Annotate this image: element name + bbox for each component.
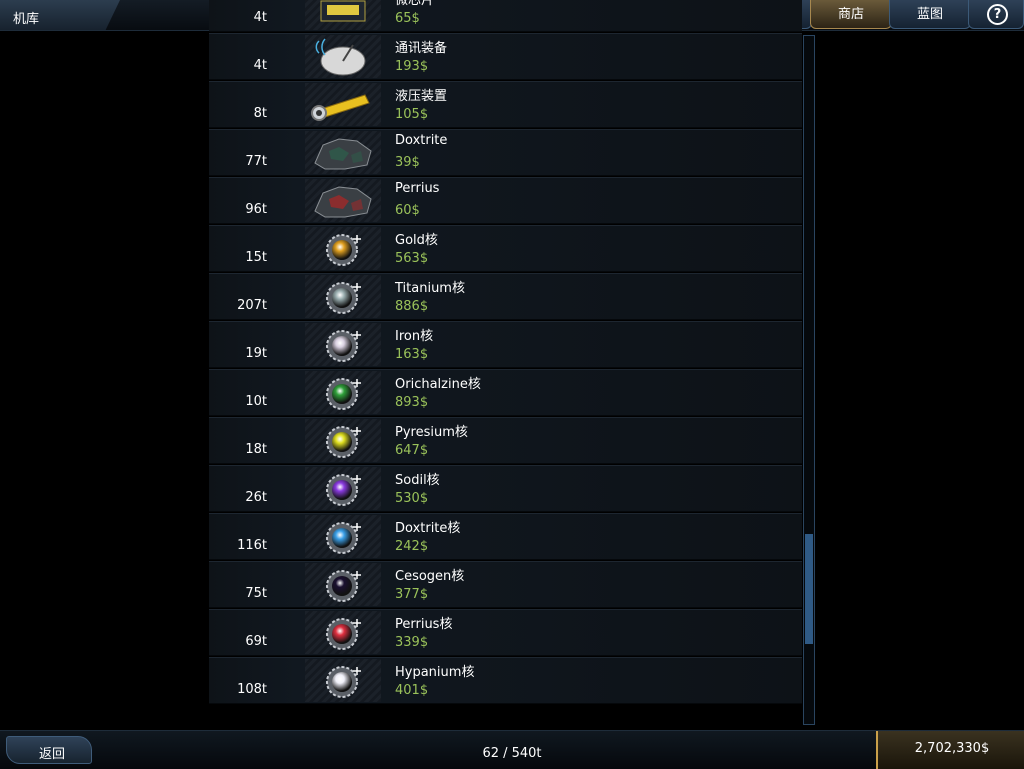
item-name: Cesogen核 [395, 569, 465, 584]
item-name: 微芯片 [395, 0, 435, 8]
item-quantity: 116t [237, 538, 267, 553]
item-quantity: 19t [245, 346, 267, 361]
item-price: 886$ [395, 299, 429, 314]
core-orb-icon [305, 563, 381, 606]
inventory-list: 4t 微芯片 65$ 4t 通讯装备 193$ 8t 液压装置 105$ 77t Doxtrite 3… [209, 0, 802, 730]
ore-rock-icon [305, 131, 381, 174]
item-quantity: 8t [253, 106, 267, 121]
item-name: Doxtrite核 [395, 521, 461, 536]
core-orb-icon [305, 227, 381, 270]
list-item[interactable]: 96t Perrius 60$ [209, 177, 802, 224]
item-quantity: 108t [237, 682, 267, 697]
microchip-icon [305, 0, 381, 30]
satellite-dish-icon [305, 35, 381, 78]
hydraulic-cylinder-icon [305, 83, 381, 126]
core-orb-icon [305, 515, 381, 558]
list-item[interactable]: 4t 微芯片 65$ [209, 0, 802, 32]
item-quantity: 10t [245, 394, 267, 409]
core-orb-icon [305, 659, 381, 702]
question-mark-icon: ? [987, 4, 1008, 25]
help-button[interactable]: ? [968, 0, 1024, 29]
item-quantity: 75t [245, 586, 267, 601]
item-quantity: 4t [253, 58, 267, 73]
ore-rock-icon [305, 179, 381, 222]
item-name: Iron核 [395, 329, 434, 344]
item-name: Perrius核 [395, 617, 453, 632]
item-price: 163$ [395, 347, 429, 362]
core-orb-icon [305, 275, 381, 318]
item-price: 39$ [395, 155, 420, 170]
list-item[interactable]: 15t Gold核 563$ [209, 225, 802, 272]
item-quantity: 207t [237, 298, 267, 313]
tab-blueprints[interactable]: 蓝图 [889, 0, 971, 29]
scrollbar[interactable] [803, 35, 815, 725]
item-name: Perrius [395, 181, 440, 196]
list-item[interactable]: 207t Titanium核 886$ [209, 273, 802, 320]
item-price: 105$ [395, 107, 429, 122]
item-name: Pyresium核 [395, 425, 468, 440]
item-price: 65$ [395, 11, 420, 26]
core-orb-icon [305, 419, 381, 462]
item-name: 通讯装备 [395, 41, 448, 56]
list-item[interactable]: 77t Doxtrite 39$ [209, 129, 802, 176]
list-item[interactable]: 108t Hypanium核 401$ [209, 657, 802, 704]
core-orb-icon [305, 467, 381, 510]
item-price: 242$ [395, 539, 429, 554]
item-price: 563$ [395, 251, 429, 266]
item-price: 193$ [395, 59, 429, 74]
page-title: 机库 [13, 12, 40, 27]
list-item[interactable]: 8t 液压装置 105$ [209, 81, 802, 128]
item-quantity: 4t [253, 10, 267, 25]
item-quantity: 77t [245, 154, 267, 169]
list-item[interactable]: 69t Perrius核 339$ [209, 609, 802, 656]
bottom-bar: 返回 62 / 540t 2,702,330$ [0, 730, 1024, 769]
item-name: Titanium核 [395, 281, 465, 296]
list-item[interactable]: 75t Cesogen核 377$ [209, 561, 802, 608]
item-name: 液压装置 [395, 89, 448, 104]
cargo-capacity: 62 / 540t [482, 746, 542, 761]
core-orb-icon [305, 323, 381, 366]
list-item[interactable]: 26t Sodil核 530$ [209, 465, 802, 512]
item-name: Hypanium核 [395, 665, 475, 680]
item-price: 60$ [395, 203, 420, 218]
item-quantity: 18t [245, 442, 267, 457]
item-quantity: 69t [245, 634, 267, 649]
core-orb-icon [305, 611, 381, 654]
list-item[interactable]: 18t Pyresium核 647$ [209, 417, 802, 464]
item-quantity: 96t [245, 202, 267, 217]
item-quantity: 15t [245, 250, 267, 265]
item-quantity: 26t [245, 490, 267, 505]
core-orb-icon [305, 371, 381, 414]
item-name: Doxtrite [395, 133, 448, 148]
item-name: Orichalzine核 [395, 377, 481, 392]
item-name: Gold核 [395, 233, 438, 248]
money-display: 2,702,330$ [876, 731, 1024, 769]
money-amount: 2,702,330$ [914, 741, 990, 756]
item-price: 893$ [395, 395, 429, 410]
item-name: Sodil核 [395, 473, 440, 488]
item-price: 401$ [395, 683, 429, 698]
item-price: 530$ [395, 491, 429, 506]
tab-shop[interactable]: 商店 [810, 0, 892, 29]
item-price: 647$ [395, 443, 429, 458]
list-item[interactable]: 4t 通讯装备 193$ [209, 33, 802, 80]
item-price: 377$ [395, 587, 429, 602]
list-item[interactable]: 10t Orichalzine核 893$ [209, 369, 802, 416]
item-price: 339$ [395, 635, 429, 650]
list-item[interactable]: 116t Doxtrite核 242$ [209, 513, 802, 560]
scrollbar-thumb[interactable] [805, 534, 813, 644]
list-item[interactable]: 19t Iron核 163$ [209, 321, 802, 368]
